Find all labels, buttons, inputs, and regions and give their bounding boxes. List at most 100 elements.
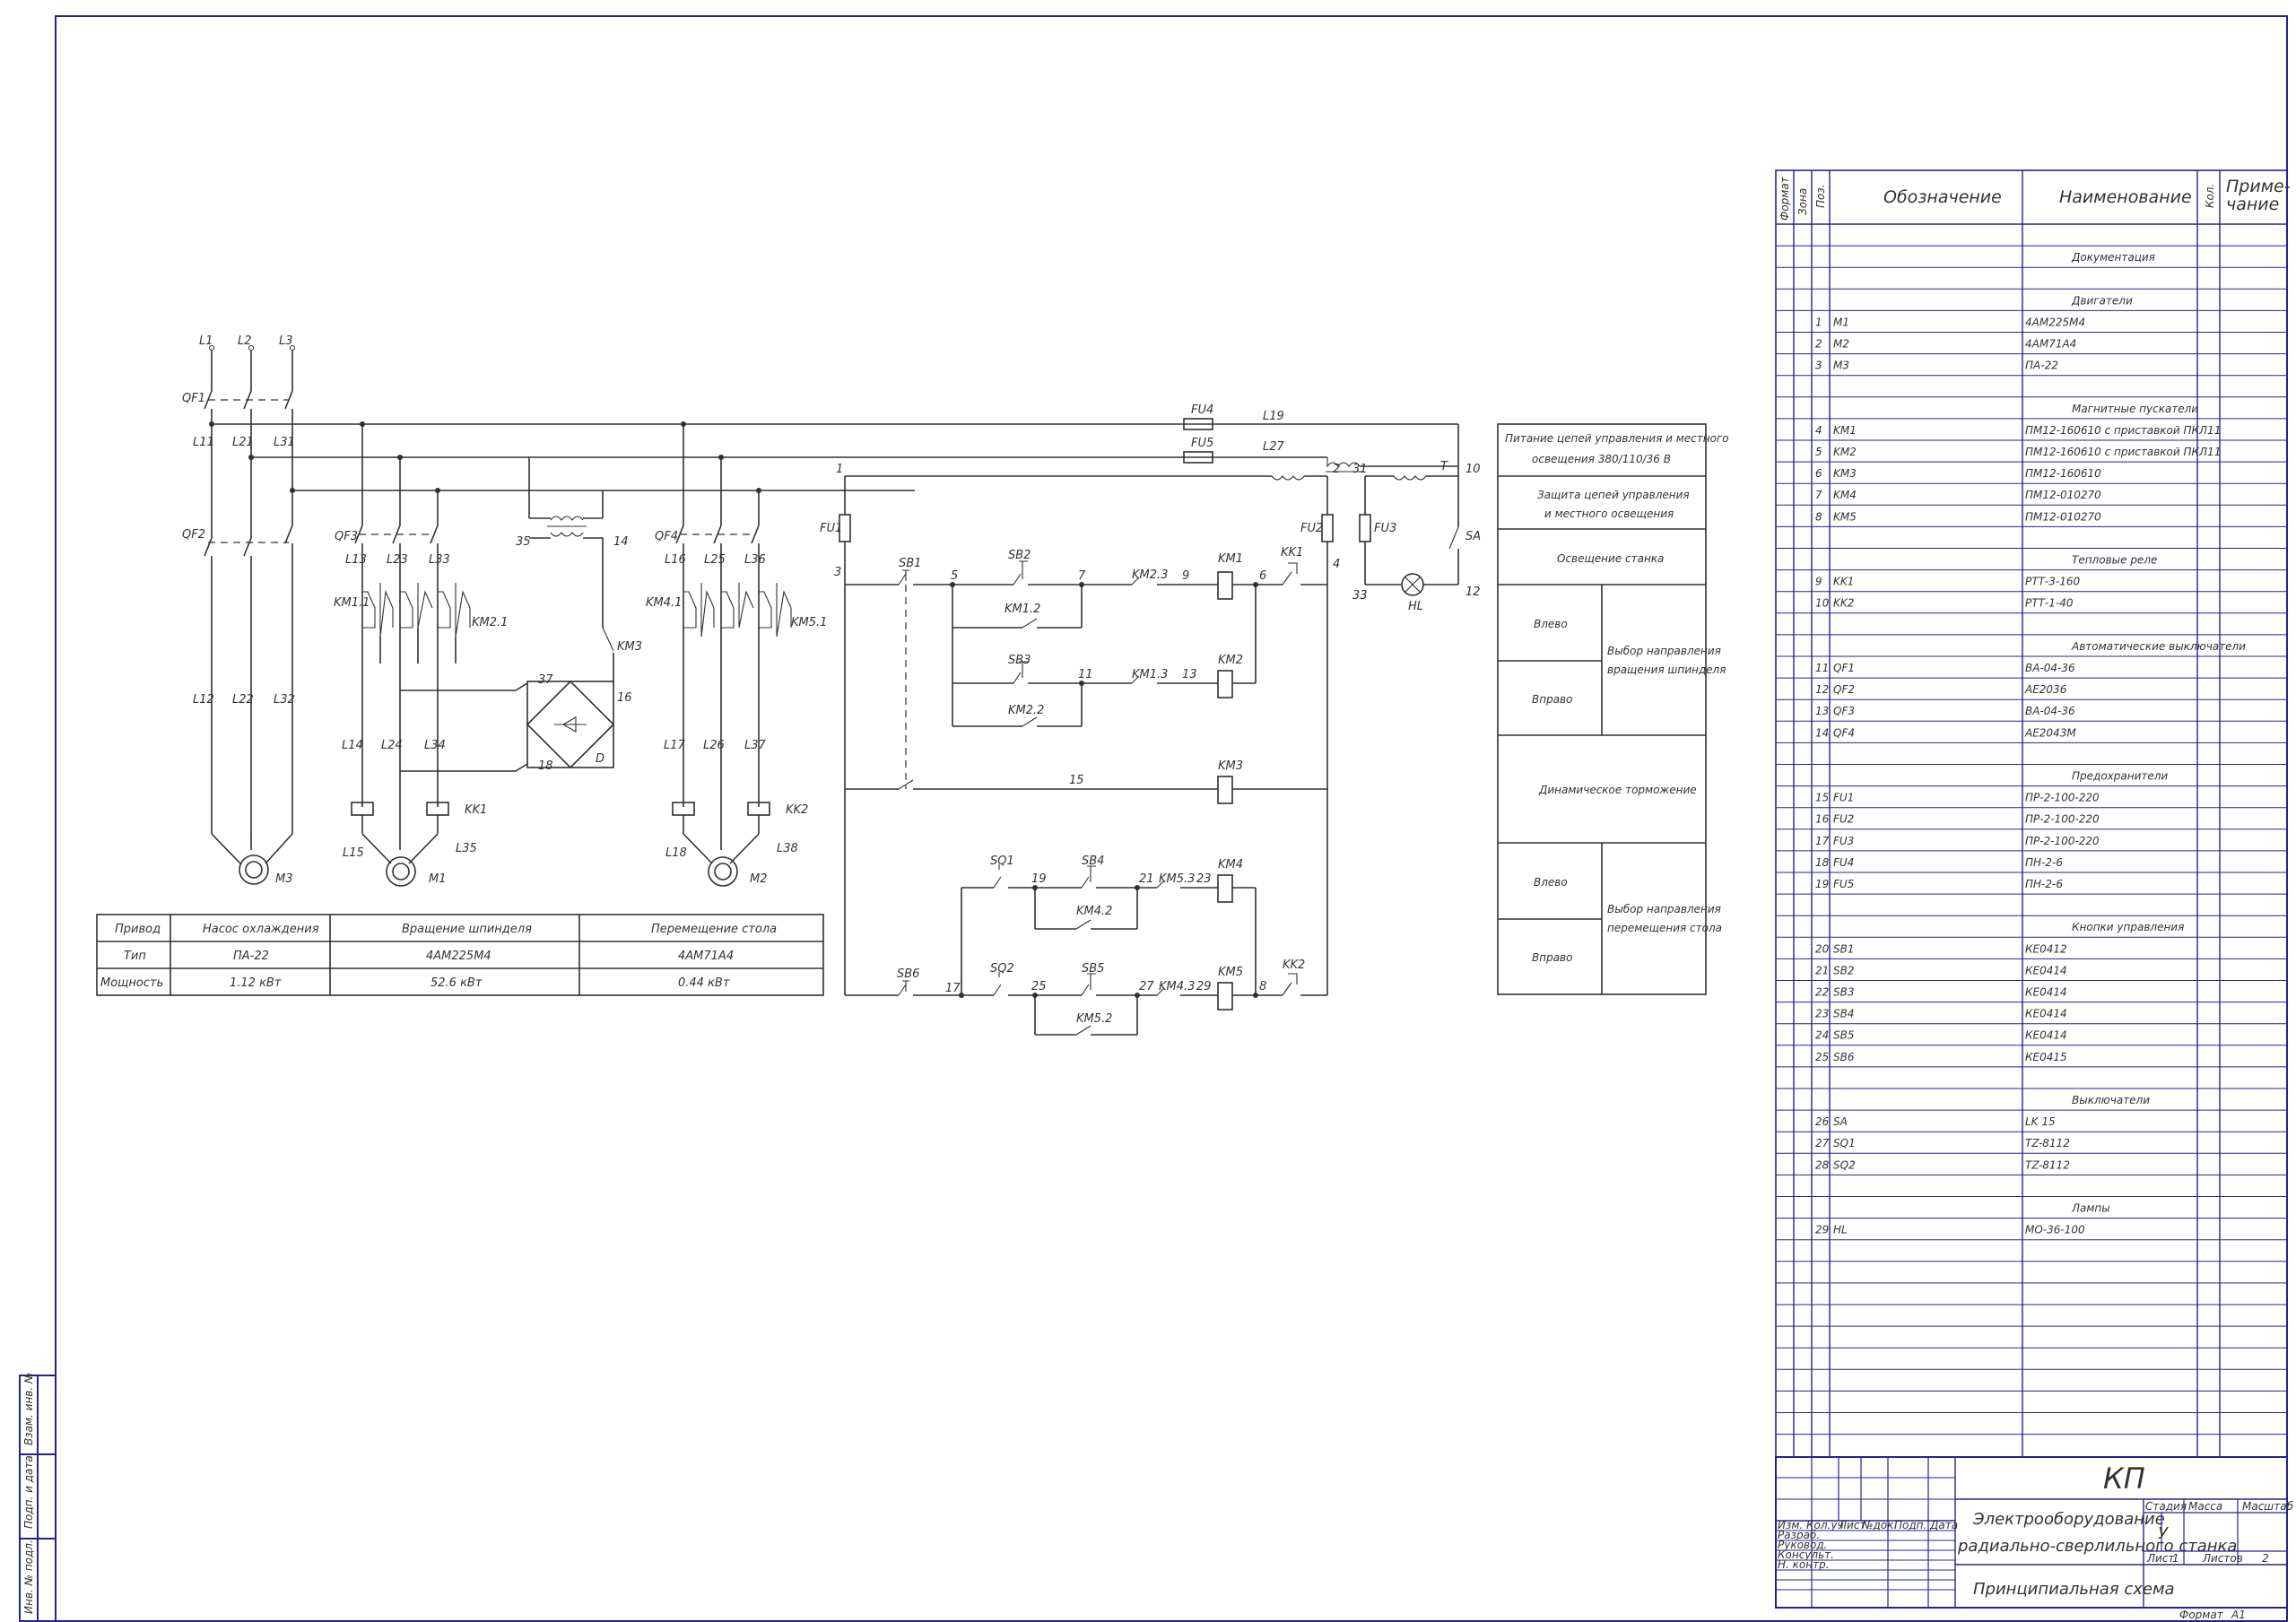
spec-name: ПМ12-160610 с приставкой ПКЛ11 <box>2025 424 2221 437</box>
svg-text:3: 3 <box>834 566 841 579</box>
spec-pos: 7 <box>1815 489 1822 501</box>
svg-text:Влево: Влево <box>1534 618 1568 630</box>
spec-name: ПА-22 <box>2025 360 2058 372</box>
svg-text:KM5.2: KM5.2 <box>1076 1012 1112 1026</box>
spec-name: АЕ2036 <box>2024 683 2067 696</box>
svg-text:L27: L27 <box>1263 440 1285 454</box>
spec-pos: 13 <box>1815 705 1829 717</box>
coil-km3 <box>1217 776 1233 804</box>
spec-designation: KM4 <box>1833 489 1857 501</box>
spec-designation: SB3 <box>1833 986 1854 999</box>
spec-name: КЕ0414 <box>2025 964 2067 976</box>
svg-text:L24: L24 <box>381 739 403 752</box>
svg-text:4АМ225М4: 4АМ225М4 <box>426 950 491 963</box>
spec-designation: KM5 <box>1833 510 1857 523</box>
spec-pos: 24 <box>1815 1029 1829 1042</box>
svg-text:L21: L21 <box>232 436 254 449</box>
spec-pos: 23 <box>1815 1008 1829 1020</box>
svg-text:27: 27 <box>1139 980 1154 993</box>
svg-text:Перемещение стола: Перемещение стола <box>651 923 777 936</box>
spec-section-title: Кнопки управления <box>2072 921 2184 933</box>
spec-name: ПР-2-100-220 <box>2025 813 2100 826</box>
spec-pos: 25 <box>1815 1051 1829 1063</box>
spec-pos: 6 <box>1815 467 1822 480</box>
svg-text:L34: L34 <box>424 739 446 752</box>
spec-section-title: Автоматические выключатели <box>2071 640 2246 653</box>
phase-l2: L2 <box>238 334 252 348</box>
coil-km4 <box>1217 874 1233 903</box>
spec-designation: SB6 <box>1833 1051 1855 1063</box>
svg-text:L13: L13 <box>345 553 367 567</box>
schematic-sheet: Инв. № подл. Подп. и дата Взам. инв. № L… <box>19 15 2294 1622</box>
spec-section-title: Магнитные пускатели <box>2072 403 2198 415</box>
spec-designation: SB4 <box>1833 1008 1854 1020</box>
svg-text:У: У <box>2158 1524 2169 1543</box>
svg-text:Стадия: Стадия <box>2145 1500 2187 1513</box>
svg-text:M3: M3 <box>275 872 293 886</box>
title-block: Изм. Кол.уч Лист №док. Подп. Дата Разраб… <box>1775 1456 2294 1621</box>
svg-text:L15: L15 <box>343 846 364 860</box>
spec-designation: FU1 <box>1833 792 1854 804</box>
svg-text:KM2.2: KM2.2 <box>1008 704 1044 717</box>
svg-text:M2: M2 <box>750 872 768 886</box>
svg-text:А1: А1 <box>2231 1609 2246 1621</box>
svg-text:FU5: FU5 <box>1191 437 1213 450</box>
svg-text:SB3: SB3 <box>1008 654 1031 667</box>
svg-text:Мощность: Мощность <box>100 976 163 990</box>
svg-text:4АМ71А4: 4АМ71А4 <box>678 950 734 963</box>
svg-text:KM4: KM4 <box>1218 858 1243 872</box>
svg-text:L12: L12 <box>193 693 214 707</box>
svg-text:L25: L25 <box>704 553 726 567</box>
svg-text:SB1: SB1 <box>899 557 921 570</box>
spec-designation: KM2 <box>1833 446 1857 458</box>
spec-section-title: Выключатели <box>2072 1094 2150 1106</box>
spec-name: КЕ0414 <box>2025 1008 2067 1020</box>
svg-text:KM4.1: KM4.1 <box>646 596 682 610</box>
svg-text:1: 1 <box>836 463 843 476</box>
svg-text:L36: L36 <box>744 553 766 567</box>
svg-text:SB6: SB6 <box>897 967 919 981</box>
motor-m3 <box>239 854 269 885</box>
spec-pos: 9 <box>1815 576 1822 588</box>
svg-text:KM2.1: KM2.1 <box>472 616 508 629</box>
svg-text:L19: L19 <box>1263 410 1284 423</box>
spec-section-title: Документация <box>2071 251 2155 264</box>
svg-text:Листов: Листов <box>2202 1552 2243 1565</box>
spec-name: АЕ2043М <box>2024 726 2076 739</box>
spec-pos: 18 <box>1815 856 1830 869</box>
spec-pos: 22 <box>1815 986 1829 999</box>
svg-text:Выбор направления: Выбор направления <box>1607 903 1721 915</box>
svg-text:KM1.1: KM1.1 <box>334 596 370 610</box>
svg-text:Н. контр.: Н. контр. <box>1778 1558 1830 1571</box>
spec-pos: 29 <box>1815 1224 1829 1236</box>
svg-text:L35: L35 <box>456 842 477 855</box>
spec-designation: M2 <box>1833 338 1849 351</box>
spec-pos: 12 <box>1815 683 1829 696</box>
svg-text:Зона: Зона <box>1796 188 1809 215</box>
svg-text:L17: L17 <box>664 739 686 752</box>
svg-text:12: 12 <box>1465 585 1481 599</box>
svg-text:17: 17 <box>945 982 961 995</box>
svg-text:KM1: KM1 <box>1218 552 1243 566</box>
svg-text:L22: L22 <box>232 693 254 707</box>
doc-title-1: Электрооборудование <box>1972 1510 2165 1529</box>
coil-km2 <box>1217 670 1233 698</box>
svg-text:10: 10 <box>1465 463 1481 476</box>
svg-text:Приме-: Приме- <box>2226 177 2291 196</box>
spec-name: РТТ-1-40 <box>2025 597 2074 610</box>
svg-text:KK2: KK2 <box>1283 958 1305 972</box>
svg-text:HL: HL <box>1408 600 1423 613</box>
svg-text:9: 9 <box>1182 569 1189 583</box>
svg-text:SB2: SB2 <box>1008 549 1031 562</box>
spec-section-title: Тепловые реле <box>2072 554 2157 567</box>
spec-designation: FU5 <box>1833 878 1854 890</box>
svg-text:Вправо: Вправо <box>1532 951 1572 964</box>
svg-text:Наименование: Наименование <box>2059 187 2192 207</box>
spec-designation: SQ2 <box>1833 1158 1856 1171</box>
svg-text:и местного освещения: и местного освещения <box>1544 507 1674 520</box>
svg-text:KM2.3: KM2.3 <box>1132 568 1168 582</box>
svg-text:Кол.: Кол. <box>2204 184 2216 208</box>
svg-text:35: 35 <box>516 535 531 549</box>
svg-text:Динамическое торможение: Динамическое торможение <box>1538 784 1697 796</box>
spec-pos: 19 <box>1815 878 1829 890</box>
